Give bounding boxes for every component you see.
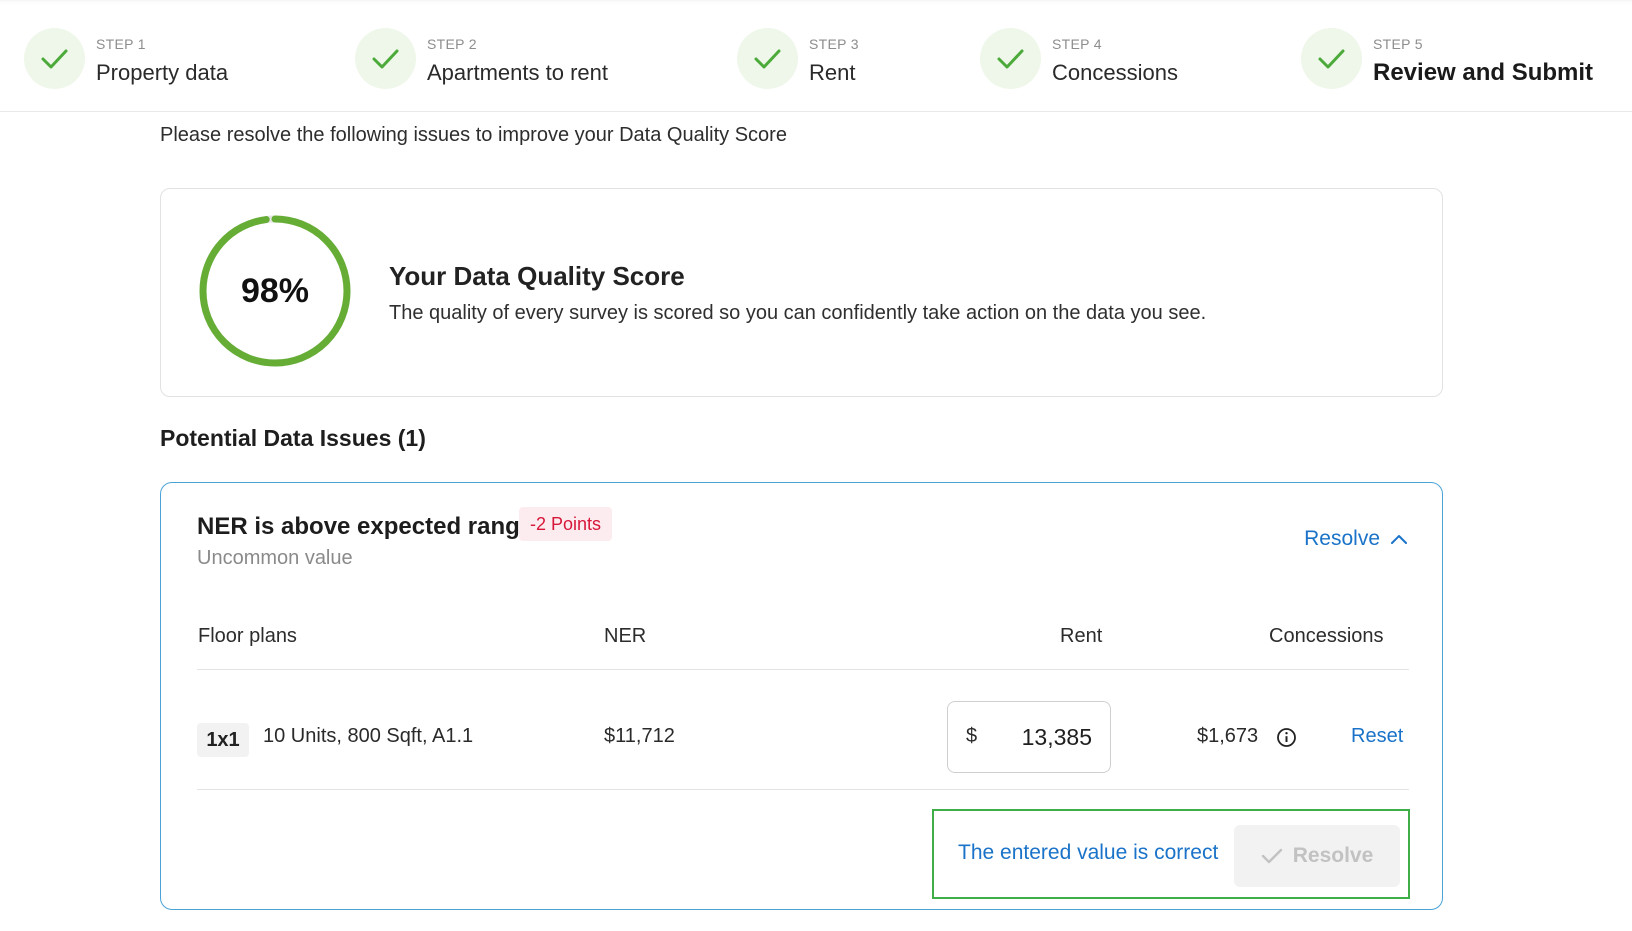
score-card: 98% Your Data Quality Score The quality … <box>160 188 1443 397</box>
issue-title: NER is above expected range <box>197 513 534 540</box>
confirm-box: The entered value is correct Resolve <box>932 809 1410 899</box>
step-label: Concessions <box>1052 60 1178 85</box>
check-icon <box>355 28 416 89</box>
step-label: Property data <box>96 60 229 85</box>
step-number: STEP 4 <box>1052 36 1102 52</box>
rent-currency: $ <box>966 725 978 747</box>
score-value: 98% <box>240 271 310 310</box>
intro-text: Please resolve the following issues to i… <box>160 124 787 146</box>
step-number: STEP 3 <box>809 36 859 52</box>
step-number: STEP 2 <box>427 36 477 52</box>
stepper: STEP 1 Property data STEP 2 Apartments t… <box>0 0 1632 112</box>
ner-value: $11,712 <box>604 725 675 747</box>
column-header-concessions: Concessions <box>1269 625 1384 647</box>
step-label: Review and Submit <box>1373 59 1594 86</box>
column-header-rent: Rent <box>1060 625 1103 647</box>
check-icon <box>737 28 798 89</box>
reset-link[interactable]: Reset <box>1351 725 1403 748</box>
points-badge: -2 Points <box>519 507 613 541</box>
rent-input[interactable]: $ 13,385 <box>947 701 1111 773</box>
resolve-button[interactable]: Resolve <box>1234 825 1400 887</box>
step-label: Rent <box>809 60 856 85</box>
issue-card: NER is above expected range -2 Points Un… <box>160 482 1443 910</box>
resolve-toggle-label: Resolve <box>1304 527 1380 550</box>
column-header-floor-plans: Floor plans <box>198 625 297 647</box>
column-header-ner: NER <box>604 625 647 647</box>
step-number: STEP 5 <box>1373 36 1423 52</box>
page: STEP 1 Property data STEP 2 Apartments t… <box>0 0 1632 931</box>
resolve-button-label: Resolve <box>1292 844 1374 867</box>
step-label: Apartments to rent <box>427 60 608 85</box>
divider <box>197 789 1409 790</box>
check-icon <box>24 28 85 89</box>
resolve-toggle-button[interactable]: Resolve <box>1304 527 1408 551</box>
check-icon <box>1261 848 1282 864</box>
issue-subtitle: Uncommon value <box>197 547 353 569</box>
entered-value-correct-link[interactable]: The entered value is correct <box>958 841 1218 865</box>
step-number: STEP 1 <box>96 36 146 52</box>
score-title: Your Data Quality Score <box>389 261 685 291</box>
chevron-up-icon <box>1391 535 1407 544</box>
floor-plan-badge: 1x1 <box>197 723 249 757</box>
check-icon <box>980 28 1041 89</box>
score-description: The quality of every survey is scored so… <box>389 302 1207 324</box>
check-icon <box>1301 28 1362 89</box>
floor-plan-details: 10 Units, 800 Sqft, A1.1 <box>263 725 474 747</box>
issues-heading: Potential Data Issues (1) <box>160 425 426 451</box>
info-icon[interactable] <box>1276 727 1297 748</box>
rent-value: 13,385 <box>1021 724 1092 750</box>
divider <box>197 669 1409 670</box>
concessions-value: $1,673 <box>1197 725 1259 747</box>
